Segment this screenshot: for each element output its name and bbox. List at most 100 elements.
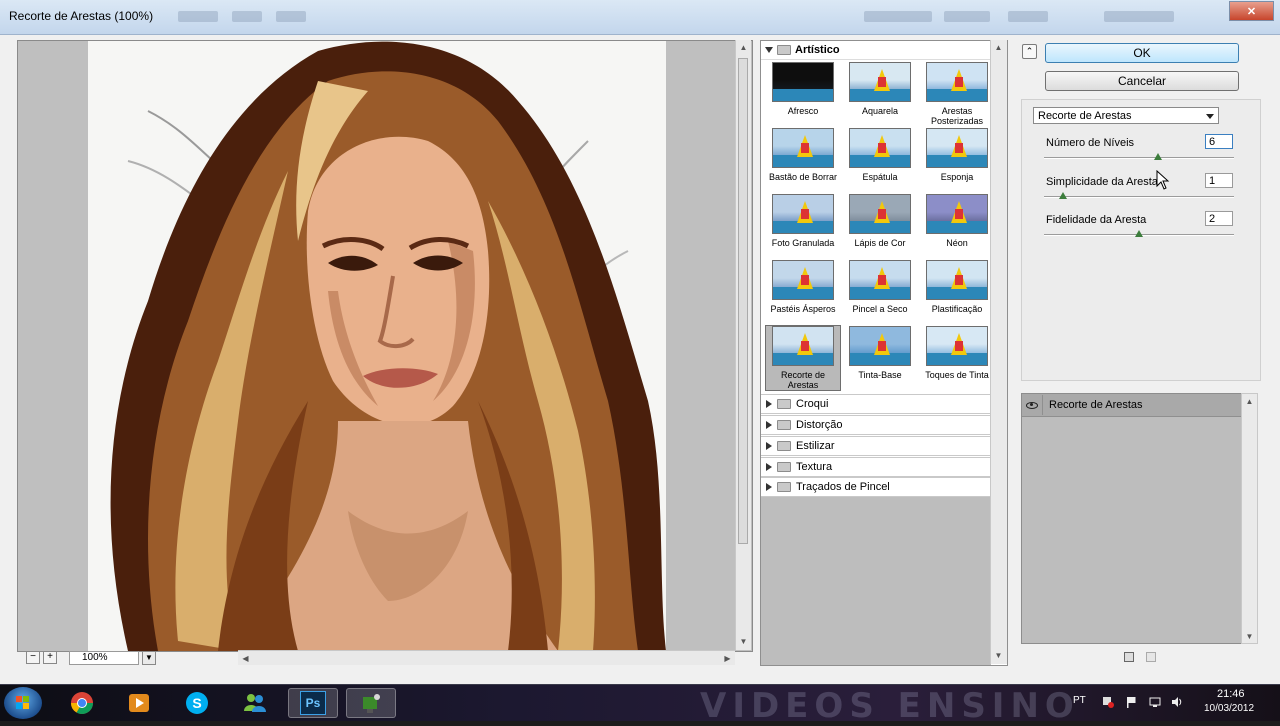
preview-area[interactable] [17,40,753,652]
taskbar-camtasia[interactable] [346,688,396,718]
preview-horizontal-scrollbar[interactable]: ◀ ▶ [238,650,735,665]
close-button[interactable]: ✕ [1229,1,1274,21]
filter-thumbnail[interactable]: Pincel a Seco [842,260,918,326]
delete-effect-layer-icon[interactable] [1146,652,1156,662]
posterized-portrait [88,41,666,651]
visibility-toggle[interactable] [1022,395,1043,415]
scroll-down-arrow-icon[interactable]: ▼ [991,648,1006,662]
flag-notification-icon[interactable] [1125,696,1137,708]
filter-preview-image [926,194,988,234]
filter-thumbnail-label: Foto Granulada [771,238,835,248]
zoom-out-button[interactable]: − [26,651,40,664]
taskbar-chrome[interactable] [57,688,107,718]
preview-vertical-scrollbar[interactable]: ▲ ▼ [735,40,751,650]
taskbar-photoshop[interactable]: Ps [288,688,338,718]
background-menu-ghost [232,11,262,22]
filter-thumbnail[interactable]: Lápis de Cor [842,194,918,260]
scroll-down-arrow-icon[interactable]: ▼ [736,634,751,648]
filter-thumbnail-label: Aquarela [861,106,899,116]
taskbar-media-player[interactable] [114,688,164,718]
scroll-down-arrow-icon[interactable]: ▼ [1242,629,1257,643]
folder-icon [777,462,791,472]
category-artistico[interactable]: Artístico [761,41,991,60]
title-bar[interactable]: Recorte de Arestas (100%) ✕ [0,0,1280,35]
ok-button[interactable]: OK [1045,43,1239,63]
folder-icon [777,45,791,55]
filter-thumbnail[interactable]: Esponja [919,128,995,194]
fidelidade-da-aresta-input[interactable]: 2 [1205,211,1233,226]
cancel-button[interactable]: Cancelar [1045,71,1239,91]
zoom-in-button[interactable]: + [43,651,57,664]
layers-scrollbar[interactable]: ▲ ▼ [1241,393,1258,644]
gallery-scrollbar[interactable]: ▲ ▼ [990,40,1007,664]
scroll-up-arrow-icon[interactable]: ▲ [1242,394,1257,408]
filter-thumbnail[interactable]: Bastão de Borrar [765,128,841,194]
filter-thumbnail[interactable]: Aquarela [842,62,918,128]
filter-thumbnail-label: Esponja [940,172,974,182]
filter-thumbnail[interactable]: Pastéis Ásperos [765,260,841,326]
filter-thumbnail[interactable]: Tinta-Base [842,326,918,392]
network-error-icon[interactable] [1102,696,1114,708]
clock-date[interactable]: 10/03/2012 [1204,703,1254,714]
simplicidade-da-aresta-input[interactable]: 1 [1205,173,1233,188]
filter-select[interactable]: Recorte de Arestas [1033,107,1219,124]
category-estilizar[interactable]: Estilizar [761,436,991,456]
filter-thumbnail[interactable]: Foto Granulada [765,194,841,260]
preview-image[interactable] [88,41,666,651]
language-indicator[interactable]: PT [1073,695,1086,706]
effect-layer-label: Recorte de Arestas [1049,399,1143,411]
clock-time[interactable]: 21:46 [1217,688,1245,700]
filter-thumbnail[interactable]: Arestas Posterizadas [919,62,995,128]
taskbar-skype[interactable]: S [172,688,222,718]
chevron-down-icon[interactable]: ▼ [142,650,156,665]
filter-thumbnail-label: Espátula [862,172,898,182]
scroll-thumb[interactable] [738,58,748,544]
filter-thumbnail-label: Néon [946,238,968,248]
scroll-right-arrow-icon[interactable]: ▶ [720,651,735,665]
effect-layer-row[interactable]: Recorte de Arestas [1022,394,1242,417]
filter-preview-image [849,194,911,234]
new-effect-layer-icon[interactable] [1124,652,1134,662]
scroll-up-arrow-icon[interactable]: ▲ [991,40,1006,54]
category-textura[interactable]: Textura [761,457,991,477]
filter-thumbnail-label: Afresco [787,106,819,116]
background-menu-ghost [1104,11,1174,22]
filter-thumbnail[interactable]: Afresco [765,62,841,128]
zoom-level-field[interactable]: 100% [69,650,139,665]
volume-icon[interactable] [1171,696,1183,708]
filter-thumbnail[interactable]: Néon [919,194,995,260]
taskbar-messenger[interactable] [230,688,280,718]
filter-thumbnail[interactable]: Espátula [842,128,918,194]
camtasia-icon [363,694,380,713]
mouse-cursor-icon [1156,170,1170,190]
category-croqui[interactable]: Croqui [761,394,991,414]
filter-thumbnail[interactable]: Recorte de Arestas [765,325,841,391]
filter-thumbnail[interactable]: Plastificação [919,260,995,326]
background-menu-ghost [944,11,990,22]
close-icon: ✕ [1246,5,1257,18]
start-button[interactable] [4,687,42,719]
network-icon[interactable] [1149,696,1161,708]
scroll-up-arrow-icon[interactable]: ▲ [736,40,751,54]
windows-logo-icon [16,696,30,710]
collapse-gallery-button[interactable]: ⌃ [1022,44,1037,59]
category-distorcao[interactable]: Distorção [761,415,991,435]
folder-icon [777,399,791,409]
collapsed-arrow-icon [766,442,772,450]
filter-preview-image [849,260,911,300]
system-tray: PT 21:46 10/03/2012 [1065,684,1280,720]
folder-icon [777,482,791,492]
simplicidade-da-aresta-slider[interactable] [1044,196,1234,198]
chrome-icon [71,692,93,714]
filter-thumbnail[interactable]: Toques de Tinta [919,326,995,392]
filter-thumbnail-label: Toques de Tinta [925,370,989,380]
collapsed-arrow-icon [766,421,772,429]
filter-preview-image [926,128,988,168]
slider-knob[interactable] [1154,153,1162,160]
scroll-left-arrow-icon[interactable]: ◀ [238,651,253,665]
slider-knob[interactable] [1135,230,1143,237]
numero-de-niveis-slider[interactable] [1044,157,1234,159]
numero-de-niveis-input[interactable]: 6 [1205,134,1233,149]
slider-knob[interactable] [1059,192,1067,199]
category-tracados-de-pincel[interactable]: Traçados de Pincel [761,477,991,497]
